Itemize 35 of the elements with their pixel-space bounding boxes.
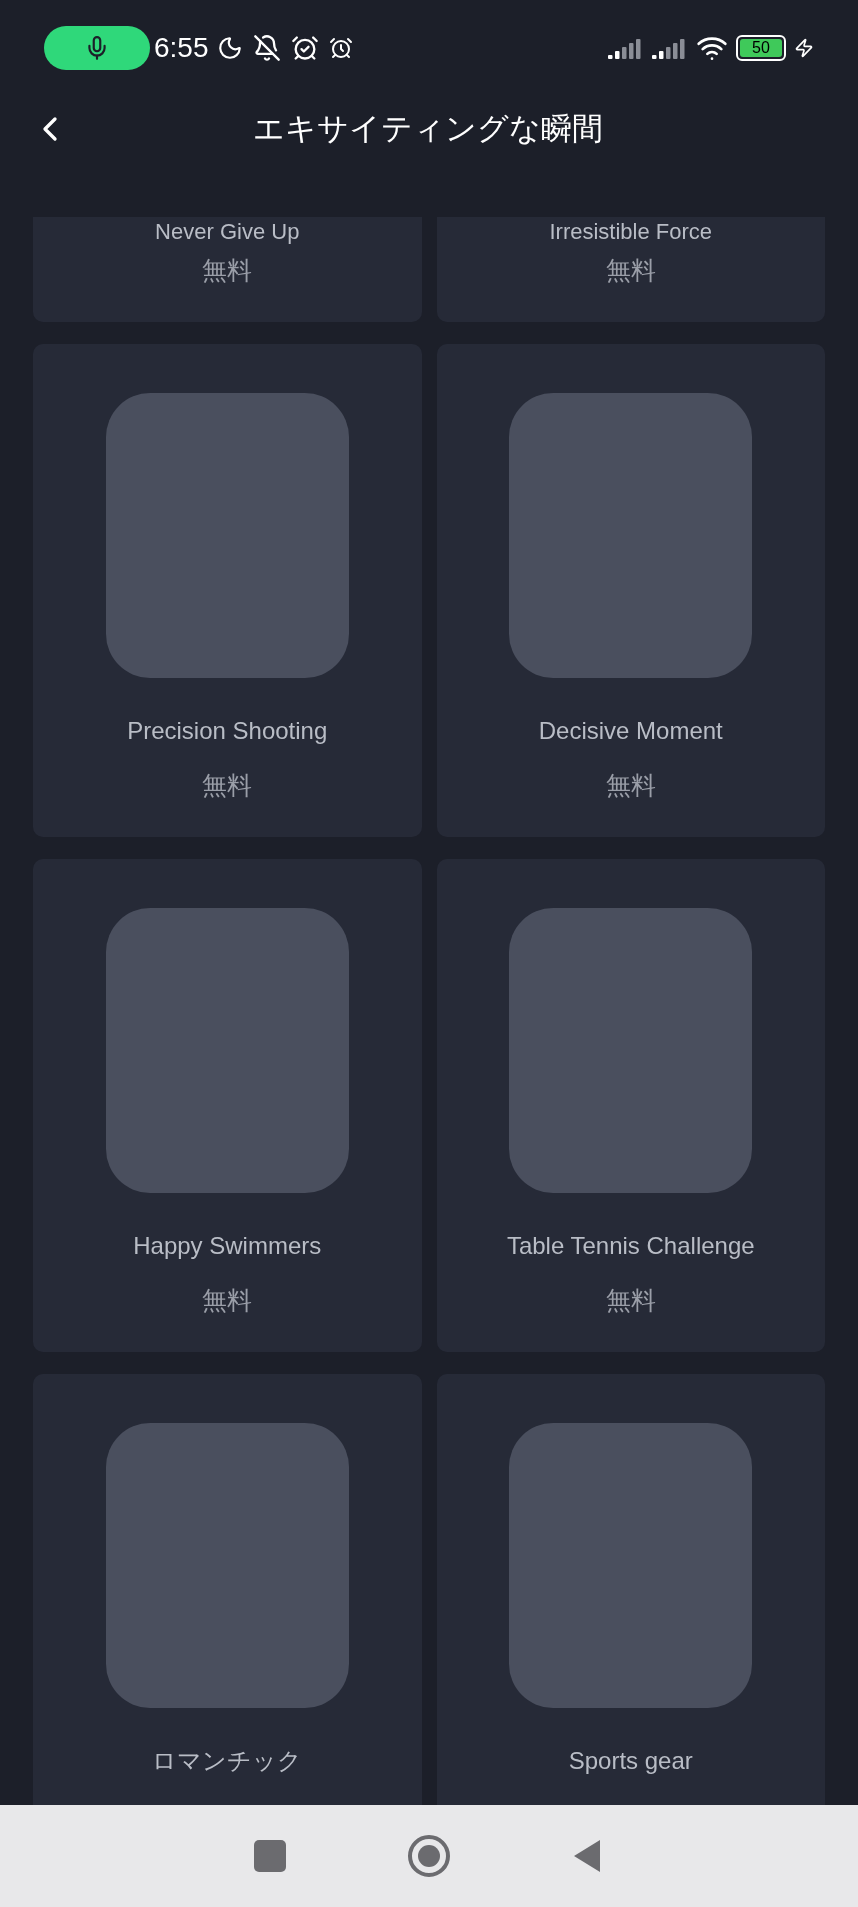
watch-face-name: Sports gear [568, 1746, 693, 1776]
watch-face-name: Never Give Up [155, 218, 300, 246]
watch-face-card[interactable]: ロマンチック [33, 1374, 422, 1805]
watch-face-card[interactable]: Precision Shooting 無料 [33, 344, 422, 837]
page-title: エキサイティングな瞬間 [252, 110, 604, 148]
price-label: 無料 [202, 255, 253, 286]
signal-icon [652, 36, 688, 59]
watch-face-card[interactable]: Irresistible Force 無料 [436, 217, 825, 322]
home-button[interactable] [408, 1835, 450, 1877]
price-label: 無料 [202, 1285, 253, 1316]
watch-face-name: Happy Swimmers [133, 1231, 322, 1261]
price-label: 無料 [605, 770, 656, 801]
watch-face-card[interactable]: Table Tennis Challenge 無料 [436, 859, 825, 1352]
status-time: 6:55 [154, 30, 209, 65]
triangle-back-icon [572, 1838, 602, 1874]
watch-face-card[interactable]: Happy Swimmers 無料 [33, 859, 422, 1352]
watch-face-name: ロマンチック [152, 1746, 303, 1776]
battery-level: 50 [752, 39, 770, 56]
watch-face-name: Table Tennis Challenge [506, 1231, 755, 1261]
price-label: 無料 [202, 770, 253, 801]
watch-face-name: Precision Shooting [127, 716, 328, 746]
watch-face-card[interactable]: Decisive Moment 無料 [436, 344, 825, 837]
bell-off-icon [252, 33, 281, 62]
moon-icon [216, 34, 243, 61]
alarm-icon [328, 35, 353, 60]
watch-face-name: Irresistible Force [549, 218, 713, 246]
charging-icon [794, 37, 814, 58]
recent-apps-button[interactable] [254, 1840, 286, 1872]
signal-icon [608, 36, 644, 59]
price-label: 無料 [605, 255, 656, 286]
alarm-icon [290, 33, 319, 62]
watch-face-name: Decisive Moment [538, 716, 723, 746]
price-label: 無料 [605, 1285, 656, 1316]
watch-face-card[interactable]: Never Give Up 無料 [33, 217, 422, 322]
watch-face-card[interactable]: Sports gear [436, 1374, 825, 1805]
